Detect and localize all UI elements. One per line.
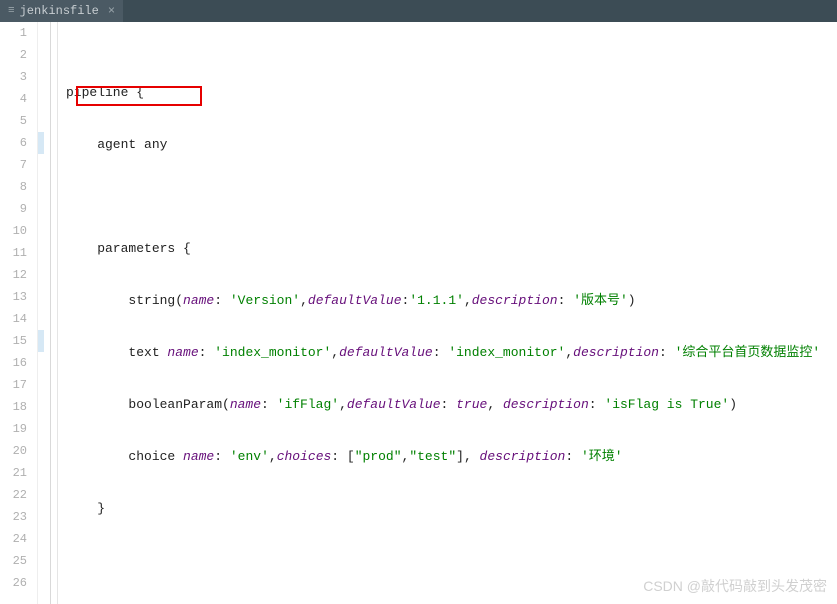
line-number: 5 — [0, 110, 27, 132]
line-number: 11 — [0, 242, 27, 264]
code-line: parameters { — [66, 238, 837, 260]
line-number: 6 — [0, 132, 27, 154]
code-editor[interactable]: 1 2 3 4 5 6 7 8 9 10 11 12 13 14 15 16 1… — [0, 22, 837, 604]
code-line: booleanParam(name: 'ifFlag',defaultValue… — [66, 394, 837, 416]
line-number: 1 — [0, 22, 27, 44]
highlight-annotation — [76, 86, 202, 106]
code-line: } — [66, 498, 837, 520]
line-number: 7 — [0, 154, 27, 176]
line-number: 15 — [0, 330, 27, 352]
code-area[interactable]: pipeline { agent any parameters { string… — [58, 22, 837, 604]
line-number: 13 — [0, 286, 27, 308]
tab-filename: jenkinsfile — [20, 4, 99, 18]
line-number: 12 — [0, 264, 27, 286]
line-number: 26 — [0, 572, 27, 594]
close-icon[interactable]: × — [104, 4, 115, 18]
line-number: 2 — [0, 44, 27, 66]
line-number: 8 — [0, 176, 27, 198]
line-number: 4 — [0, 88, 27, 110]
file-tab-jenkinsfile[interactable]: ≡ jenkinsfile × — [0, 0, 123, 22]
line-number: 25 — [0, 550, 27, 572]
line-number: 20 — [0, 440, 27, 462]
line-number: 9 — [0, 198, 27, 220]
line-number-gutter: 1 2 3 4 5 6 7 8 9 10 11 12 13 14 15 16 1… — [0, 22, 38, 604]
line-number: 10 — [0, 220, 27, 242]
line-number: 23 — [0, 506, 27, 528]
file-icon: ≡ — [8, 5, 15, 17]
line-number: 22 — [0, 484, 27, 506]
code-line — [66, 186, 837, 208]
code-line: choice name: 'env',choices: ["prod","tes… — [66, 446, 837, 468]
line-number: 18 — [0, 396, 27, 418]
line-number: 24 — [0, 528, 27, 550]
line-number: 17 — [0, 374, 27, 396]
line-number: 3 — [0, 66, 27, 88]
line-number: 16 — [0, 352, 27, 374]
fold-column — [44, 22, 58, 604]
code-line — [66, 550, 837, 572]
line-number: 21 — [0, 462, 27, 484]
line-number: 19 — [0, 418, 27, 440]
line-number: 14 — [0, 308, 27, 330]
code-line: agent any — [66, 134, 837, 156]
tab-bar: ≡ jenkinsfile × — [0, 0, 837, 22]
code-line: text name: 'index_monitor',defaultValue:… — [66, 342, 837, 364]
code-line: string(name: 'Version',defaultValue:'1.1… — [66, 290, 837, 312]
